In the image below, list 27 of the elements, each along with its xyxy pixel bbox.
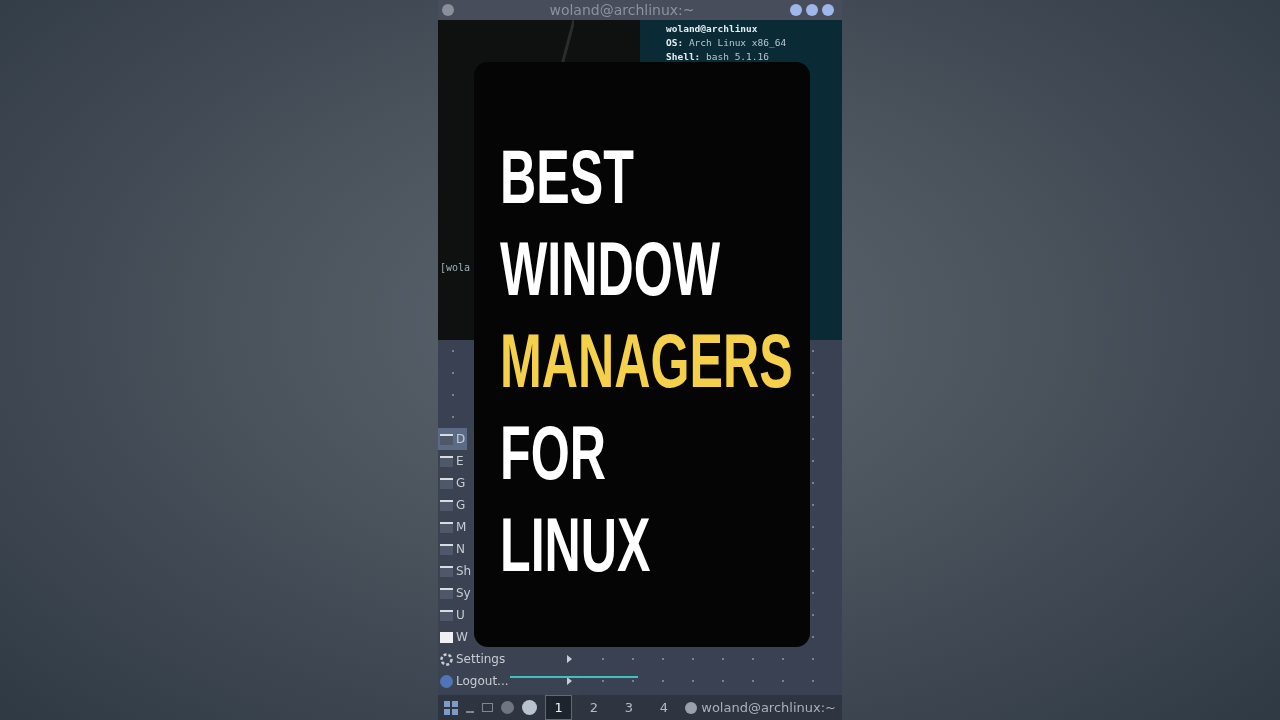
menu-item[interactable]: E bbox=[438, 450, 466, 472]
workspace-button[interactable]: 4 bbox=[650, 695, 678, 720]
menu-item[interactable]: G bbox=[438, 472, 468, 494]
menu-item[interactable]: D bbox=[438, 428, 468, 450]
menu-item[interactable]: U bbox=[438, 604, 467, 626]
task-button[interactable]: woland@archlinux:~ bbox=[685, 697, 836, 718]
headline-text: WINDOW bbox=[500, 225, 721, 313]
menu-item[interactable]: N bbox=[438, 538, 467, 560]
menu-item[interactable]: G bbox=[438, 494, 468, 516]
workspace-button[interactable]: 2 bbox=[580, 695, 608, 720]
window-title: woland@archlinux:~ bbox=[548, 1, 696, 19]
headline-text: BEST bbox=[500, 133, 634, 221]
terminal-line: OS: Arch Linux x86_64 bbox=[666, 36, 787, 50]
terminal-host: woland@archlinux bbox=[666, 22, 759, 36]
headline-text: LINUX bbox=[500, 501, 651, 589]
workspace-button[interactable]: 1 bbox=[545, 695, 573, 720]
menu-item[interactable]: Logout... bbox=[438, 670, 580, 692]
headline-text: FOR bbox=[500, 409, 606, 497]
terminal-prompt: [wola bbox=[440, 261, 471, 275]
terminal-line: Shell: bash 5.1.16 bbox=[666, 50, 770, 64]
menu-item[interactable]: W bbox=[438, 626, 470, 648]
headline-text: MANAGERS bbox=[500, 317, 793, 405]
menu-item[interactable]: Sh bbox=[438, 560, 474, 582]
workspace-button[interactable]: 3 bbox=[615, 695, 643, 720]
menu-item[interactable]: Sy bbox=[438, 582, 473, 604]
menu-item[interactable]: Settings bbox=[438, 648, 580, 670]
menu-item[interactable]: M bbox=[438, 516, 469, 538]
